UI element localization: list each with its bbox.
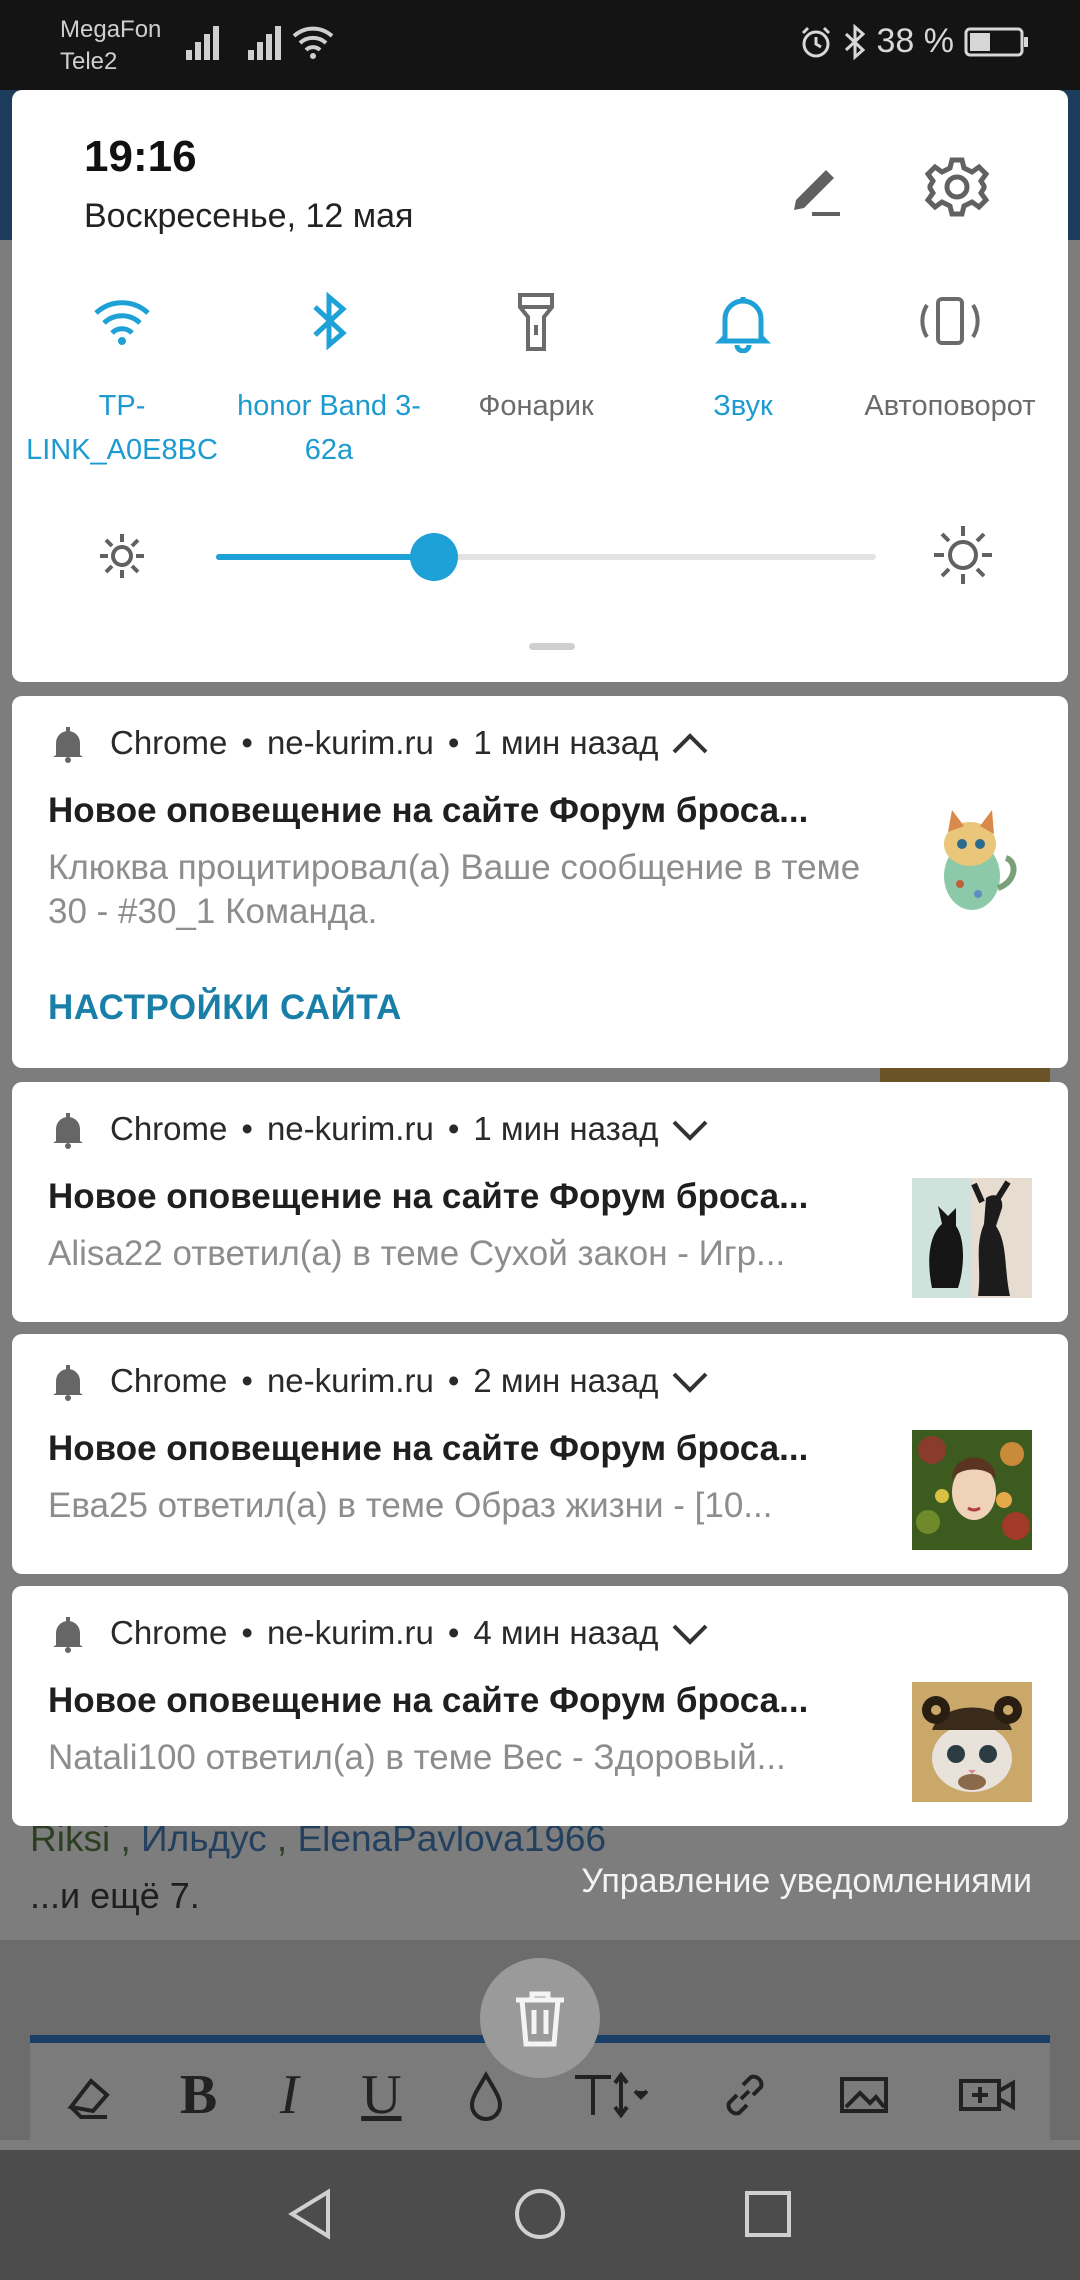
link-icon [727,2074,764,2116]
recents-icon[interactable] [738,2184,798,2244]
alarm-icon [801,26,830,57]
chevron-down-icon[interactable] [670,1114,710,1144]
signal-2-icon [248,26,281,60]
notification-time: 1 мин назад [473,1110,659,1147]
notification-bell-icon [53,727,83,763]
notification-text: Natali100 ответил(а) в теме Вес - Здоров… [48,1738,786,1777]
clock[interactable]: 19:16 [84,132,197,182]
tile-bluetooth[interactable]: honor Band 3-62a [229,286,429,472]
notification-thumbnail [912,1682,1032,1802]
chevron-down-icon[interactable] [670,1618,710,1648]
floral-woman-image [912,1430,1032,1550]
app-name: Chrome [110,1614,228,1651]
notification-text: Клюква процитировал(а) Ваше сообщение в … [48,848,861,931]
tile-sound[interactable]: Звук [643,286,843,428]
cat-illustration-image [912,796,1032,916]
notification-card[interactable]: Chrome • ne-kurim.ru • 1 мин назад Новое… [12,1082,1068,1322]
notification-time: 4 мин назад [473,1614,659,1651]
black-cats-image [912,1178,1032,1298]
chevron-up-icon[interactable] [670,728,710,758]
wifi-status-icon [292,26,334,59]
date[interactable]: Воскресенье, 12 мая [84,197,413,236]
tile-autorotate[interactable]: Автоповорот [850,286,1050,428]
flashlight-icon [518,293,554,351]
site-name: ne-kurim.ru [266,1110,434,1147]
image-icon [840,2077,889,2113]
tile-wifi-label: TP-LINK_A0E8BC [26,390,218,466]
site-name: ne-kurim.ru [266,1362,434,1399]
clear-all-button[interactable] [480,1958,600,2078]
notification-thumbnail [912,1430,1032,1550]
bluetooth-icon [313,291,347,351]
chevron-down-icon[interactable] [670,1366,710,1396]
quick-settings-panel: 19:16 Воскресенье, 12 мая TP-LINK_A0E8BC… [12,90,1068,682]
tile-bluetooth-label: honor Band 3-62a [237,390,421,466]
notification-thumbnail [912,796,1032,916]
brightness-high-icon [934,526,992,584]
notification-text: Ева25 ответил(а) в теме Образ жизни - [1… [48,1486,773,1525]
video-icon [958,2079,1015,2111]
status-bar: MegaFon Tele2 38 % [0,0,1080,90]
text-size-icon [574,2071,649,2119]
notification-title: Новое оповещение на сайте Форум броса... [48,791,809,830]
notification-title: Новое оповещение на сайте Форум броса... [48,1681,809,1720]
back-icon[interactable] [282,2184,342,2244]
wifi-icon [94,300,150,345]
bold-icon: B [179,2064,218,2126]
app-name: Chrome [110,1110,228,1147]
carrier-1: MegaFon [60,16,162,43]
notification-header: Chrome • ne-kurim.ru • 1 мин назад [48,718,710,768]
notification-card[interactable]: Chrome • ne-kurim.ru • 2 мин назад Новое… [12,1334,1068,1574]
notification-time: 2 мин назад [473,1362,659,1399]
brightness-low-icon [100,534,144,578]
battery-percent: 38 % [876,22,955,60]
home-icon[interactable] [510,2184,570,2244]
brightness-fill [216,554,434,560]
carrier-names: MegaFon Tele2 [60,14,161,78]
trash-icon [516,1991,564,2047]
site-name: ne-kurim.ru [266,1614,434,1651]
eraser-icon [67,2078,111,2119]
notification-header: Chrome • ne-kurim.ru • 1 мин назад [48,1104,710,1154]
italic-icon: I [279,2064,299,2126]
mentions-more: ...и ещё 7. [30,1875,200,1916]
color-drop-icon [470,2070,503,2121]
autorotate-icon [920,297,980,345]
edit-icon[interactable] [782,152,852,222]
panel-drag-handle[interactable] [529,643,575,650]
bluetooth-status-icon [844,23,865,60]
tile-wifi[interactable]: TP-LINK_A0E8BC [22,286,222,472]
navigation-bar [0,2150,1080,2280]
manage-notifications-button[interactable]: Управление уведомлениями [581,1862,1032,1901]
underline-icon: U [361,2064,402,2126]
tile-flashlight[interactable]: Фонарик [436,286,636,428]
battery-icon [964,27,1028,56]
notification-bell-icon [53,1113,83,1149]
notification-header: Chrome • ne-kurim.ru • 2 мин назад [48,1356,710,1406]
tile-sound-label: Звук [713,390,773,422]
site-settings-button[interactable]: НАСТРОЙКИ САЙТА [48,988,402,1028]
site-name: ne-kurim.ru [266,724,434,761]
bell-icon [715,297,771,353]
app-name: Chrome [110,724,228,761]
notification-card[interactable]: Chrome • ne-kurim.ru • 4 мин назад Новое… [12,1586,1068,1826]
notification-bell-icon [53,1617,83,1653]
app-name: Chrome [110,1362,228,1399]
notification-thumbnail [912,1178,1032,1298]
gear-icon[interactable] [922,152,992,222]
status-right: 38 % [799,22,1031,61]
kitten-hat-image [912,1682,1032,1802]
notification-header: Chrome • ne-kurim.ru • 4 мин назад [48,1608,710,1658]
notification-title: Новое оповещение на сайте Форум броса... [48,1177,809,1216]
notification-title: Новое оповещение на сайте Форум броса... [48,1429,809,1468]
signal-icon [186,26,219,60]
notification-time: 1 мин назад [473,724,659,761]
notification-bell-icon [53,1365,83,1401]
notification-card[interactable]: Chrome • ne-kurim.ru • 1 мин назад Новое… [12,696,1068,1068]
brightness-slider-thumb[interactable] [410,533,458,581]
notification-text: Alisa22 ответил(а) в теме Сухой закон - … [48,1234,786,1273]
carrier-2: Tele2 [60,48,118,75]
tile-flashlight-label: Фонарик [478,390,594,422]
tile-autorotate-label: Автоповорот [864,390,1036,422]
